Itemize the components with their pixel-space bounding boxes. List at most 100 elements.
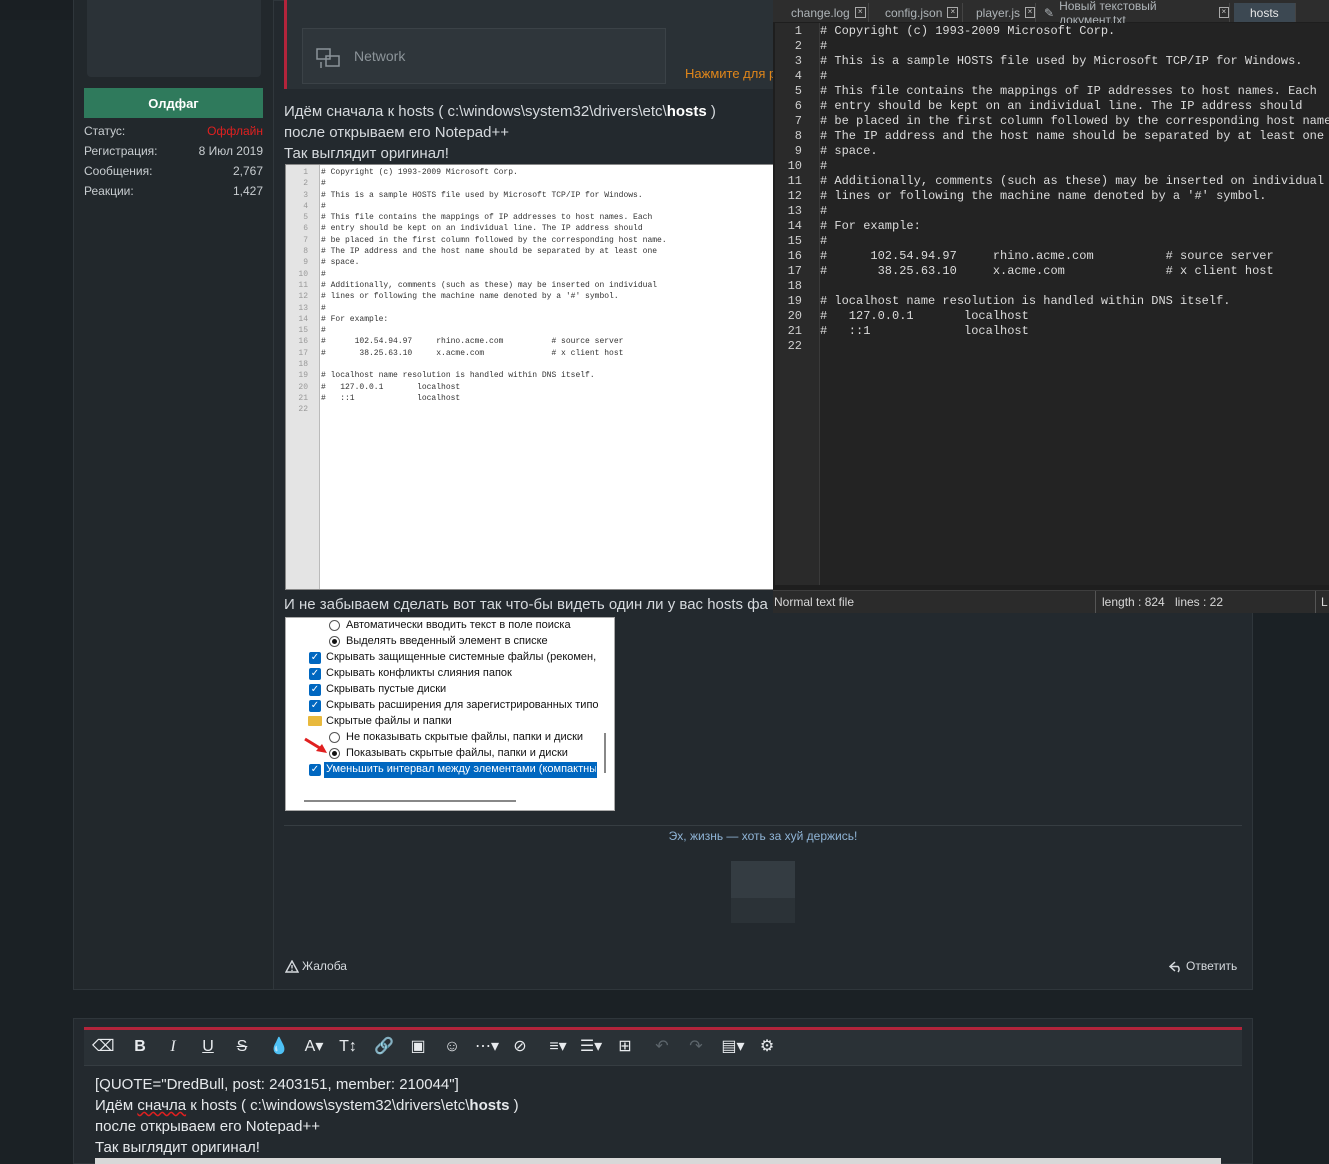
code-line: # bbox=[820, 159, 828, 173]
screenshot-code-line: # For example: bbox=[321, 314, 389, 324]
report-button[interactable]: Жалоба bbox=[285, 959, 347, 973]
radio-icon bbox=[329, 620, 340, 631]
code-line: # bbox=[820, 204, 828, 218]
screenshot-line-number: 8 bbox=[303, 247, 308, 257]
status-tail: L bbox=[1321, 595, 1328, 609]
screenshot-line-number: 9 bbox=[303, 258, 308, 268]
more-icon[interactable]: ⋯▾ bbox=[474, 1037, 500, 1057]
code-line: # bbox=[820, 234, 828, 248]
screenshot-line-number: 21 bbox=[298, 393, 308, 403]
option-label: Не показывать скрытые файлы, папки и дис… bbox=[346, 731, 584, 743]
option-label: Показывать скрытые файлы, папки и диски bbox=[346, 747, 568, 759]
screenshot-line-number: 22 bbox=[298, 405, 308, 415]
link-icon[interactable]: 🔗 bbox=[373, 1037, 395, 1057]
save-draft-icon[interactable]: ▤▾ bbox=[720, 1037, 746, 1057]
clear-format-icon[interactable]: ⌫ bbox=[92, 1037, 115, 1057]
image-icon[interactable]: ▣ bbox=[407, 1037, 429, 1057]
line-number: 7 bbox=[794, 114, 802, 128]
tab-player-js[interactable]: player.js × bbox=[968, 3, 1036, 22]
font-size-icon[interactable]: T↕ bbox=[334, 1037, 362, 1057]
screenshot-line-number: 12 bbox=[298, 292, 308, 302]
line-number: 2 bbox=[794, 39, 802, 53]
screenshot-code-line: # Additionally, comments (such as these)… bbox=[321, 280, 658, 290]
line-number: 1 bbox=[794, 24, 802, 38]
italic-icon[interactable]: I bbox=[162, 1037, 184, 1057]
line-number: 12 bbox=[787, 189, 802, 203]
editor-line-2[interactable]: Идём сначла к hosts ( c:\windows\system3… bbox=[95, 1097, 519, 1114]
line-number: 15 bbox=[787, 234, 802, 248]
screenshot-line-number: 6 bbox=[303, 224, 308, 234]
post-line-4: И не забываем сделать вот так что-бы вид… bbox=[284, 596, 768, 613]
checkbox-checked-icon: ✓ bbox=[309, 764, 321, 776]
screenshot-code-line: # entry should be kept on an individual … bbox=[321, 224, 643, 234]
stat-label-reactions: Реакции: bbox=[84, 184, 134, 198]
screenshot-code-line: # bbox=[321, 201, 326, 211]
screenshot-code-line: # 102.54.94.97 rhino.acme.com # source s… bbox=[321, 337, 624, 347]
text-color-icon[interactable]: 💧 bbox=[268, 1037, 290, 1057]
avatar[interactable] bbox=[87, 0, 261, 77]
table-icon[interactable]: ⊞ bbox=[614, 1037, 636, 1057]
align-icon[interactable]: ≡▾ bbox=[545, 1037, 571, 1057]
option-label: Уменьшить интервал между элементами (ком… bbox=[326, 763, 596, 775]
tab-config-json[interactable]: config.json × bbox=[877, 3, 963, 22]
screenshot-line-numbers: 1 2 3 4 5 6 7 8 9 10 11 12 13 14 15 16 17 18 19 20 21 22 bbox=[286, 167, 308, 416]
close-icon[interactable]: × bbox=[1218, 7, 1229, 18]
screenshot-code-line: # space. bbox=[321, 258, 360, 268]
screenshot-code-line: # 127.0.0.1 localhost bbox=[321, 382, 461, 392]
tab-hosts[interactable]: hosts bbox=[1234, 3, 1296, 22]
undo-icon[interactable]: ↶ bbox=[651, 1037, 673, 1057]
line-number: 19 bbox=[787, 294, 802, 308]
underline-icon[interactable]: U bbox=[197, 1037, 219, 1057]
bold-icon[interactable]: B bbox=[129, 1037, 151, 1057]
screenshot-code-line: # localhost name resolution is handled w… bbox=[321, 371, 595, 381]
editor-embedded-image[interactable] bbox=[95, 1158, 1221, 1164]
signature-image-shade bbox=[731, 898, 795, 923]
code-line: # This file contains the mappings of IP … bbox=[820, 84, 1317, 98]
list-icon[interactable]: ☰▾ bbox=[578, 1037, 604, 1057]
editor-line-3[interactable]: после открываем его Notepad++ bbox=[95, 1118, 320, 1135]
hosts-screenshot-image[interactable]: 1 2 3 4 5 6 7 8 9 10 11 12 13 14 15 16 17 18 19 20 21 22 # Co… bbox=[285, 164, 777, 590]
strikethrough-icon[interactable]: S bbox=[231, 1037, 253, 1057]
line-number: 17 bbox=[787, 264, 802, 278]
embed-link[interactable]: Нажмите для р bbox=[685, 66, 776, 81]
checkbox-checked-icon: ✓ bbox=[309, 684, 321, 696]
screenshot-code-line: # The IP address and the host name shoul… bbox=[321, 247, 658, 257]
redo-icon[interactable]: ↷ bbox=[685, 1037, 707, 1057]
folder-options-screenshot-image[interactable]: Автоматически вводить текст в поле поиск… bbox=[285, 617, 615, 811]
font-family-icon[interactable]: A▾ bbox=[300, 1037, 328, 1057]
close-icon[interactable]: × bbox=[1025, 7, 1035, 18]
screenshot-line-number: 10 bbox=[298, 269, 308, 279]
status-file-type: Normal text file bbox=[774, 595, 855, 609]
code-line: # Copyright (c) 1993-2009 Microsoft Corp… bbox=[820, 24, 1116, 38]
radio-selected-icon bbox=[329, 636, 340, 647]
editor-line-4[interactable]: Так выглядит оригинал! bbox=[95, 1139, 260, 1156]
stat-value-messages[interactable]: 2,767 bbox=[233, 164, 263, 178]
code-line: # localhost name resolution is handled w… bbox=[820, 294, 1231, 308]
screenshot-code-line bbox=[321, 359, 667, 370]
spoiler-icon[interactable]: ⊘ bbox=[507, 1037, 533, 1057]
stat-value-registration: 8 Июл 2019 bbox=[198, 144, 263, 158]
stat-label-messages: Сообщения: bbox=[84, 164, 153, 178]
screenshot-code-line: # ::1 localhost bbox=[321, 393, 461, 403]
tab-new-text-document[interactable]: ✎ Новый текстовый документ.txt × bbox=[1036, 0, 1230, 27]
screenshot-code-line: # This file contains the mappings of IP … bbox=[321, 213, 653, 223]
close-icon[interactable]: × bbox=[854, 7, 866, 18]
line-number: 10 bbox=[787, 159, 802, 173]
close-icon[interactable]: × bbox=[947, 7, 959, 18]
pencil-icon: ✎ bbox=[1044, 5, 1055, 20]
settings-gear-icon[interactable]: ⚙ bbox=[756, 1037, 778, 1057]
username-button[interactable]: Олдфаг bbox=[84, 88, 263, 118]
reply-button[interactable]: Ответить bbox=[1169, 959, 1237, 973]
stat-value-reactions[interactable]: 1,427 bbox=[233, 184, 263, 198]
screenshot-code-line: # be placed in the first column followed… bbox=[321, 235, 667, 245]
screenshot-code-line: # bbox=[321, 303, 326, 313]
editor-line-1[interactable]: [QUOTE="DredBull, post: 2403151, member:… bbox=[95, 1076, 459, 1093]
post-line-2: после открываем его Notepad++ bbox=[284, 124, 509, 141]
status-lines: lines : 22 bbox=[1175, 595, 1224, 609]
line-number: 18 bbox=[787, 279, 802, 293]
tab-change-log[interactable]: change.log × bbox=[783, 3, 869, 22]
line-number: 4 bbox=[794, 69, 802, 83]
emoji-icon[interactable]: ☺ bbox=[441, 1037, 463, 1057]
option-label: Скрытые файлы и папки bbox=[326, 715, 452, 727]
network-icon bbox=[316, 48, 340, 68]
